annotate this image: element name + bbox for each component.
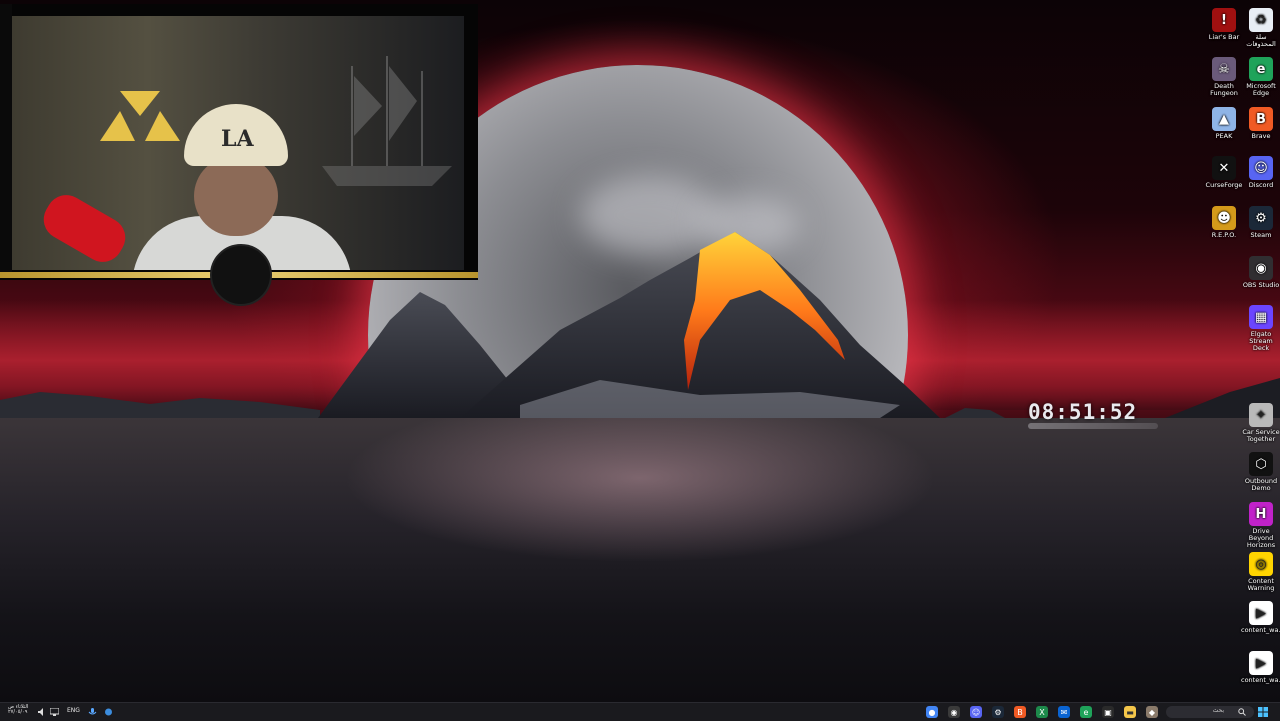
car-service-icon: ✦ (1249, 403, 1273, 427)
desktop-shortcut-label: CurseForge (1205, 181, 1243, 189)
taskbar-date-line2: ٢٧/٠٥/٠٩ (8, 709, 28, 715)
store-icon[interactable]: ▣ (1102, 706, 1114, 718)
brave-icon: B (1249, 107, 1273, 131)
desktop-shortcut-label: Brave (1251, 132, 1271, 140)
desktop-shortcut[interactable]: ▶content_wa... (1241, 601, 1280, 634)
language-indicator[interactable]: ENG (67, 707, 80, 714)
desktop-shortcut[interactable]: ◉ OBS Studio (1241, 256, 1280, 289)
webcam-overlay: LA (0, 4, 478, 306)
desktop-shortcut[interactable]: ▦ Elgato Stream Deck (1241, 305, 1280, 352)
desktop-shortcut-label: OBS Studio (1242, 281, 1280, 289)
desktop-shortcut[interactable]: ▲ PEAK (1204, 107, 1244, 140)
desktop-shortcut-label: سلة المحذوفات (1246, 33, 1276, 48)
cap-logo: LA (221, 126, 254, 152)
desktop-shortcut-label: PEAK (1215, 132, 1233, 140)
desktop-shortcut[interactable]: ✕ CurseForge (1204, 156, 1244, 189)
stream-deck-icon: ▦ (1249, 305, 1273, 329)
gold-triforce-decoration (100, 91, 180, 141)
game-thumbnail-icon[interactable]: ◆ (1146, 706, 1158, 718)
streamer-face (194, 156, 278, 236)
desktop-shortcut-label: Discord (1248, 181, 1274, 189)
file-icon: ▶ (1249, 601, 1273, 625)
search-box[interactable]: بحث (1166, 706, 1254, 718)
content-warning-icon: ◎ (1249, 552, 1273, 576)
clock-widget-time: 08:51:52 (1028, 400, 1138, 424)
obs-icon: ◉ (1249, 256, 1273, 280)
steam-icon[interactable]: ⚙ (992, 706, 1004, 718)
desktop-shortcut[interactable]: ☻ R.E.P.O. (1204, 206, 1244, 239)
desktop-shortcut-label: Death Fungeon (1210, 82, 1238, 97)
discord-icon[interactable]: ☺ (970, 706, 982, 718)
desktop-shortcut-label: content_wa... (1241, 676, 1280, 684)
desktop-shortcut[interactable]: ✦ Car Service Together (1241, 403, 1280, 443)
desktop-shortcut[interactable]: ▶content_wa... (1241, 651, 1280, 684)
desktop-shortcut[interactable]: ♻ سلة المحذوفات (1241, 8, 1280, 48)
discord-icon: ☺ (1249, 156, 1273, 180)
edge-icon[interactable]: e (1080, 706, 1092, 718)
curseforge-icon: ✕ (1212, 156, 1236, 180)
clock-widget-date-blur (1028, 423, 1158, 429)
repo-icon: ☻ (1212, 206, 1236, 230)
desktop-shortcut-label: Microsoft Edge (1246, 82, 1276, 97)
desktop-shortcut[interactable]: ! Liar's Bar (1204, 8, 1244, 41)
desktop-shortcut[interactable]: ⚙ Steam (1241, 206, 1280, 239)
taskbar: الثلاثاء ص ٢٧/٠٥/٠٩ ENG ● ◉ ☺ ⚙ B X ✉ e ▣ ▬ ◆ بحث (0, 702, 1280, 721)
mic-icon[interactable] (88, 708, 97, 716)
peak-icon: ▲ (1212, 107, 1236, 131)
desktop-shortcut[interactable]: B Brave (1241, 107, 1280, 140)
desktop-shortcut-label: Content Warning (1247, 577, 1275, 592)
death-fungeon-icon: ☠ (1212, 57, 1236, 81)
desktop-shortcut[interactable]: e Microsoft Edge (1241, 57, 1280, 97)
desktop-shortcut-label: Elgato Stream Deck (1249, 330, 1273, 352)
webcam-logo-badge (210, 244, 272, 306)
chrome-icon[interactable]: ● (926, 706, 938, 718)
taskbar-date[interactable]: الثلاثاء ص ٢٧/٠٥/٠٩ (8, 705, 28, 715)
outbound-icon: ⬡ (1249, 452, 1273, 476)
edge-icon: e (1249, 57, 1273, 81)
volume-icon[interactable] (38, 708, 47, 716)
desktop-shortcut-label: R.E.P.O. (1211, 231, 1237, 239)
desktop-shortcut-label: Drive Beyond Horizons (1246, 527, 1276, 549)
obs-icon[interactable]: ◉ (948, 706, 960, 718)
webcam-left-edge (0, 4, 12, 274)
recycle-bin-icon: ♻ (1249, 8, 1273, 32)
desktop-shortcut[interactable]: H Drive Beyond Horizons (1241, 502, 1280, 549)
desktop-shortcut-label: Liar's Bar (1208, 33, 1240, 41)
desktop-shortcut-label: Steam (1250, 231, 1272, 239)
search-icon (1238, 708, 1246, 716)
start-icon[interactable] (1258, 707, 1268, 717)
desktop-shortcut[interactable]: ◎ Content Warning (1241, 552, 1280, 592)
drive-beyond-icon: H (1249, 502, 1273, 526)
brave-icon[interactable]: B (1014, 706, 1026, 718)
desktop-shortcut-label: Car Service Together (1242, 428, 1280, 443)
excel-icon[interactable]: X (1036, 706, 1048, 718)
desktop-shortcut[interactable]: ⬡ Outbound Demo (1241, 452, 1280, 492)
network-icon[interactable] (50, 708, 59, 716)
mail-icon[interactable]: ✉ (1058, 706, 1070, 718)
ship-painting (322, 56, 452, 186)
tray-app-icon[interactable] (104, 708, 113, 716)
steam-icon: ⚙ (1249, 206, 1273, 230)
desktop-shortcut[interactable]: ☠ Death Fungeon (1204, 57, 1244, 97)
desktop-shortcut[interactable]: ☺ Discord (1241, 156, 1280, 189)
webcam-feed: LA (12, 16, 464, 270)
desktop-shortcut-label: Outbound Demo (1244, 477, 1278, 492)
search-label: بحث (1212, 707, 1224, 714)
file-icon: ▶ (1249, 651, 1273, 675)
desktop-shortcut-label: content_wa... (1241, 626, 1280, 634)
file-explorer-icon[interactable]: ▬ (1124, 706, 1136, 718)
wallpaper-sea (0, 418, 1280, 702)
liars-bar-icon: ! (1212, 8, 1236, 32)
microphone (36, 187, 133, 270)
